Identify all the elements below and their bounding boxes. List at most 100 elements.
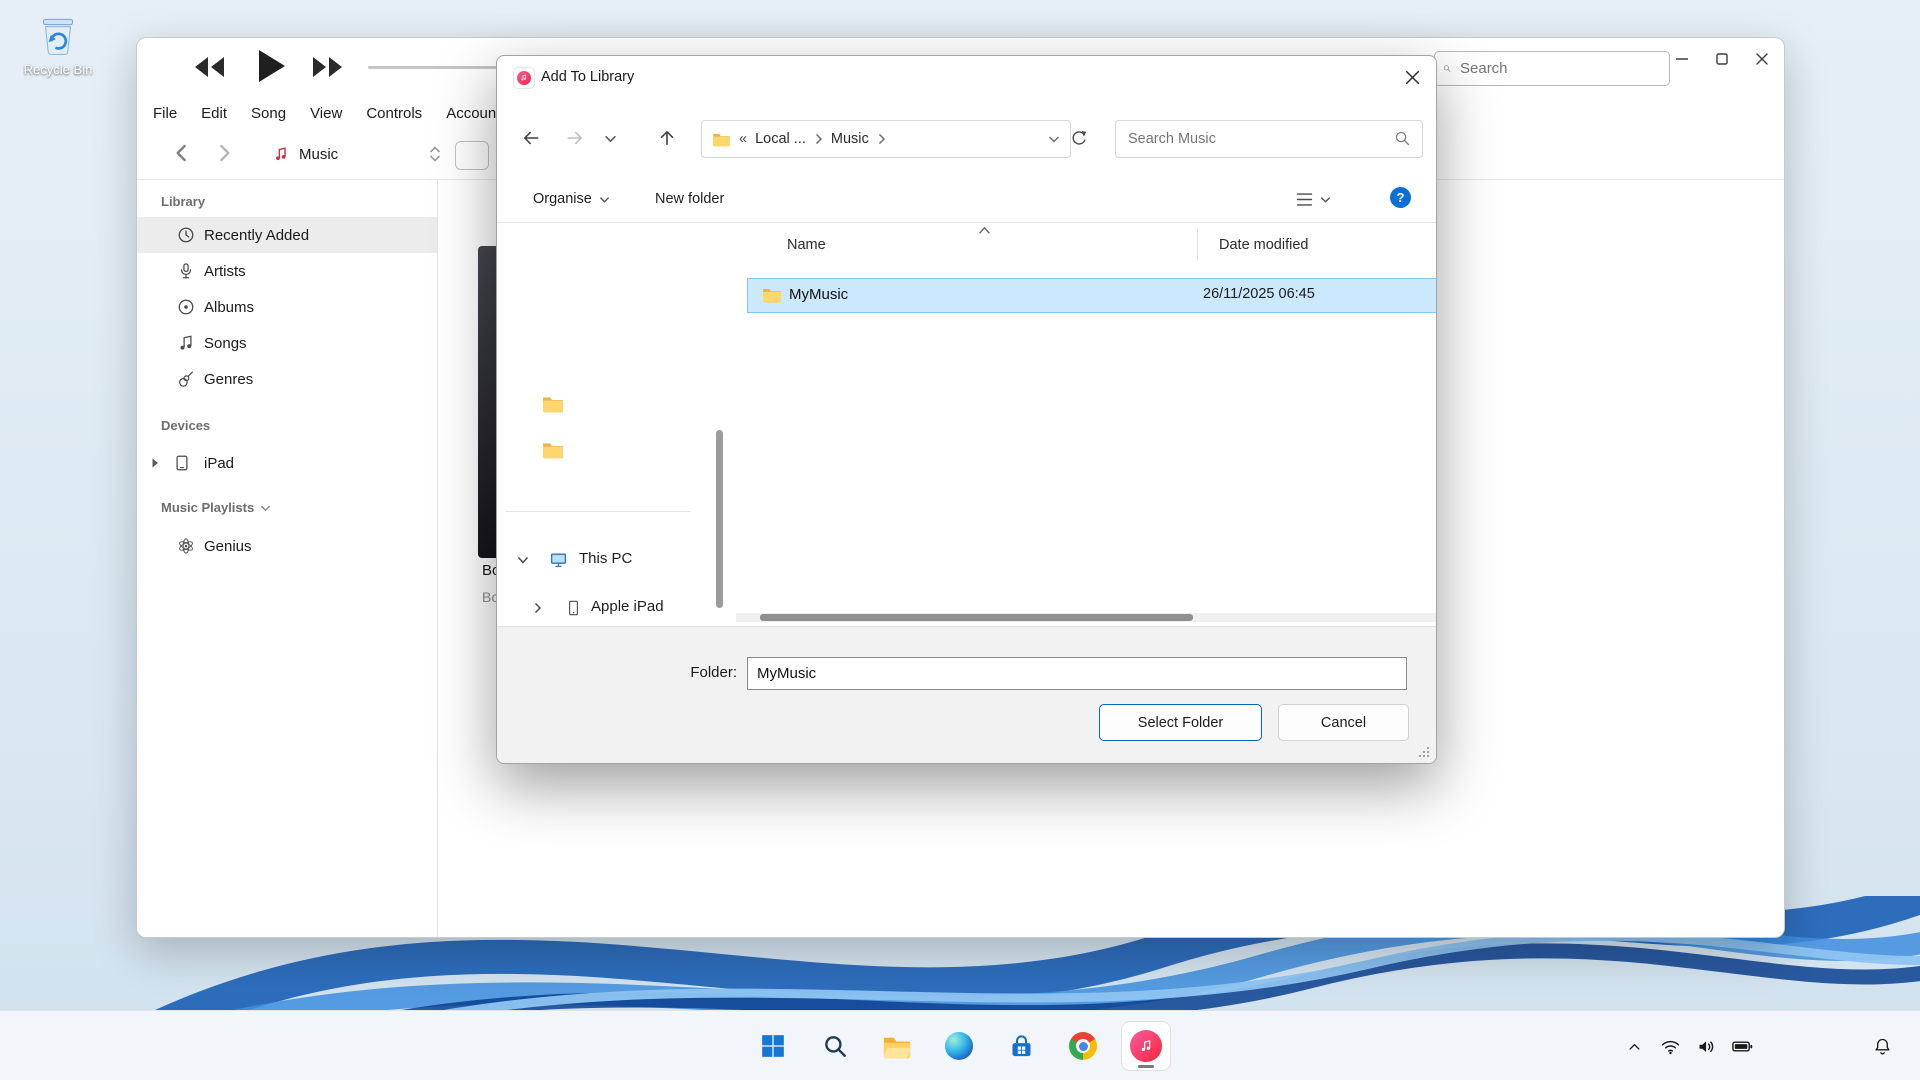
folder-icon xyxy=(761,286,783,303)
itunes-search-input[interactable] xyxy=(1458,59,1661,78)
navigation-pane: This PC Apple iPad xyxy=(497,223,723,626)
start-button[interactable] xyxy=(749,1022,797,1070)
column-divider[interactable] xyxy=(1197,229,1198,260)
library-selector-label: Music xyxy=(299,146,338,163)
folder-icon[interactable] xyxy=(541,394,565,413)
music-app-button[interactable] xyxy=(1121,1021,1171,1071)
file-name: MyMusic xyxy=(789,279,848,310)
dialog-titlebar[interactable]: Add To Library xyxy=(497,56,1436,98)
fast-forward-icon xyxy=(310,50,346,84)
chrome-browser-button[interactable] xyxy=(1059,1022,1107,1070)
minimize-button[interactable] xyxy=(1665,44,1699,74)
wifi-button[interactable] xyxy=(1658,1034,1682,1058)
folder-icon[interactable] xyxy=(541,440,565,459)
microsoft-store-button[interactable] xyxy=(997,1022,1045,1070)
sidebar-item-recently-added[interactable]: Recently Added xyxy=(137,217,437,253)
tree-label: Apple iPad xyxy=(591,598,664,615)
close-icon xyxy=(1405,70,1420,85)
battery-button[interactable] xyxy=(1730,1034,1754,1058)
tree-scrollbar[interactable] xyxy=(716,430,723,608)
expander-down-icon[interactable] xyxy=(517,555,529,565)
chevron-right-icon[interactable] xyxy=(877,133,886,145)
menu-song[interactable]: Song xyxy=(251,105,286,122)
close-button[interactable] xyxy=(1745,44,1779,74)
hidden-icons-button[interactable] xyxy=(1622,1034,1646,1058)
address-bar[interactable]: « Local ... Music xyxy=(701,120,1071,158)
organise-button[interactable]: Organise xyxy=(533,184,610,214)
rewind-icon xyxy=(191,50,227,84)
sidebar-item-label: Albums xyxy=(204,299,254,316)
sidebar-item-albums[interactable]: Albums xyxy=(137,289,437,325)
sort-ascending-icon[interactable] xyxy=(978,226,991,235)
edge-browser-button[interactable] xyxy=(935,1022,983,1070)
chevron-down-icon xyxy=(260,504,271,512)
view-options-button[interactable] xyxy=(1295,184,1331,214)
add-to-library-dialog: Add To Library xyxy=(496,55,1437,764)
folder-name-input[interactable] xyxy=(747,657,1407,690)
up-button[interactable] xyxy=(649,120,685,156)
menu-controls[interactable]: Controls xyxy=(366,105,422,122)
chevron-right-icon[interactable] xyxy=(814,133,823,145)
dialog-search-field[interactable] xyxy=(1115,120,1423,158)
sidebar-item-ipad[interactable]: iPad xyxy=(137,445,437,481)
active-app-indicator xyxy=(1138,1065,1154,1068)
menu-view[interactable]: View xyxy=(310,105,342,122)
column-header-date[interactable]: Date modified xyxy=(1219,237,1308,253)
genres-icon xyxy=(177,370,195,388)
breadcrumb-item-local[interactable]: Local ... xyxy=(755,131,806,147)
rewind-button[interactable] xyxy=(191,50,227,89)
itunes-search-field[interactable] xyxy=(1434,51,1670,86)
expander-right-icon[interactable] xyxy=(533,602,542,614)
new-folder-label: New folder xyxy=(655,191,724,207)
breadcrumb-overflow[interactable]: « xyxy=(739,131,747,147)
menu-file[interactable]: File xyxy=(153,105,177,122)
help-button[interactable]: ? xyxy=(1390,187,1411,208)
play-button[interactable] xyxy=(247,44,291,93)
chevron-up-icon xyxy=(429,146,441,154)
list-hscroll-thumb[interactable] xyxy=(760,614,1193,621)
tree-divider xyxy=(505,511,691,512)
select-folder-button[interactable]: Select Folder xyxy=(1099,704,1262,741)
menu-account[interactable]: Account xyxy=(446,105,500,122)
nav-back-button[interactable] xyxy=(169,140,195,171)
chevron-down-icon[interactable] xyxy=(1048,134,1060,144)
expander-right-icon[interactable] xyxy=(149,457,161,469)
dialog-back-button[interactable] xyxy=(513,120,549,156)
recent-locations-button[interactable] xyxy=(597,120,623,156)
nav-forward-button[interactable] xyxy=(211,140,237,171)
sidebar-item-artists[interactable]: Artists xyxy=(137,253,437,289)
file-row-mymusic[interactable]: MyMusic 26/11/2025 06:45 xyxy=(747,278,1437,313)
dialog-search-input[interactable] xyxy=(1116,121,1437,157)
library-selector[interactable]: Music xyxy=(267,138,445,170)
miniplayer-button[interactable] xyxy=(455,141,489,170)
genius-atom-icon xyxy=(177,537,195,555)
maximize-button[interactable] xyxy=(1705,44,1739,74)
cancel-button[interactable]: Cancel xyxy=(1278,704,1409,741)
resize-grip[interactable] xyxy=(1418,746,1430,758)
sidebar: Library Recently Added Artists xyxy=(137,180,438,937)
file-explorer-button[interactable] xyxy=(873,1022,921,1070)
breadcrumb-item-music[interactable]: Music xyxy=(831,131,869,147)
menu-edit[interactable]: Edit xyxy=(201,105,227,122)
tree-item-this-pc[interactable]: This PC xyxy=(497,545,723,575)
chevron-down-icon xyxy=(604,132,617,145)
taskbar-search-button[interactable] xyxy=(811,1022,859,1070)
music-note-icon xyxy=(520,74,528,82)
dialog-forward-button[interactable] xyxy=(557,120,593,156)
chevron-down-icon xyxy=(1320,195,1331,204)
sidebar-item-genius[interactable]: Genius xyxy=(137,528,437,564)
recycle-bin[interactable]: Recycle Bin xyxy=(14,10,102,77)
search-icon[interactable] xyxy=(1394,130,1411,147)
volume-button[interactable] xyxy=(1694,1034,1718,1058)
tree-item-apple-ipad[interactable]: Apple iPad xyxy=(497,593,723,623)
fast-forward-button[interactable] xyxy=(310,50,346,89)
sidebar-item-songs[interactable]: Songs xyxy=(137,325,437,361)
sidebar-item-genres[interactable]: Genres xyxy=(137,361,437,397)
progress-bar[interactable] xyxy=(368,66,516,69)
playlists-header[interactable]: Music Playlists xyxy=(161,500,271,515)
refresh-button[interactable] xyxy=(1061,120,1097,156)
new-folder-button[interactable]: New folder xyxy=(655,184,724,214)
dialog-close-button[interactable] xyxy=(1392,62,1432,92)
notifications-button[interactable] xyxy=(1870,1034,1894,1058)
column-header-name[interactable]: Name xyxy=(787,237,826,253)
